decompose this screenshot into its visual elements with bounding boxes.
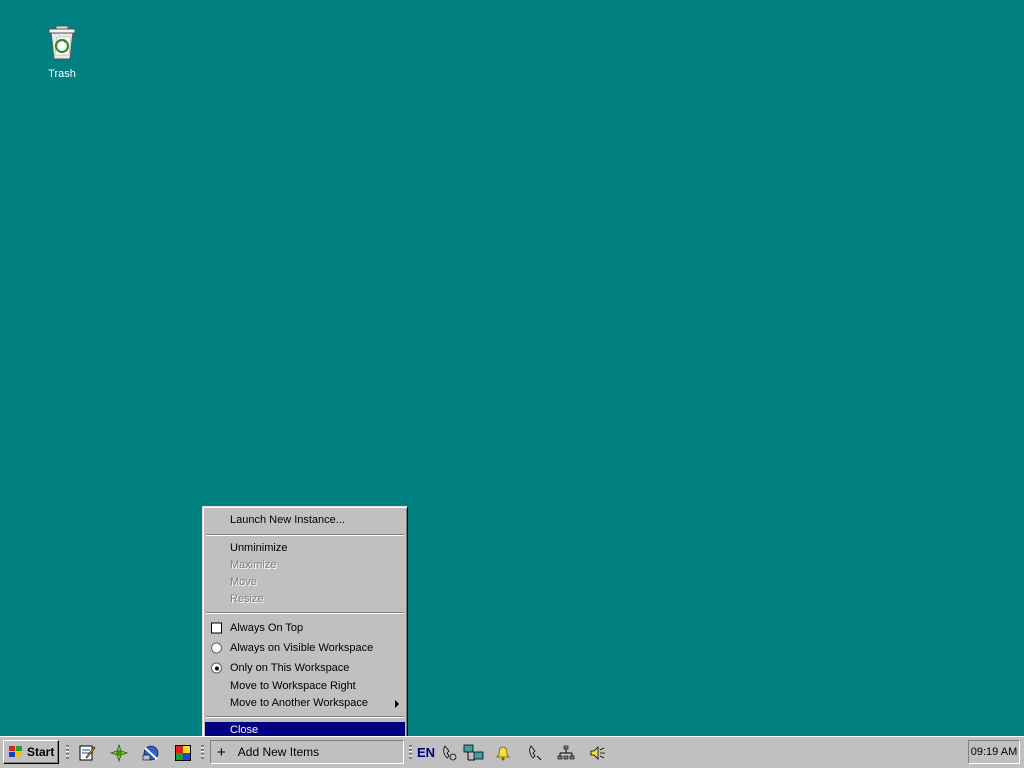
desktop-icon-label: Trash	[48, 68, 76, 80]
start-label: Start	[27, 745, 55, 759]
network-tool-icon[interactable]	[142, 744, 160, 762]
radio-icon	[211, 642, 222, 654]
start-button[interactable]: Start	[3, 740, 59, 764]
toolbar-grip[interactable]	[201, 745, 204, 759]
windows-logo-icon	[8, 745, 24, 759]
menu-item-label: Always On Top	[230, 622, 304, 634]
menu-item-always-on-top[interactable]: Always On Top	[205, 618, 405, 638]
submenu-arrow-icon	[395, 699, 399, 708]
menu-item-label: Only on This Workspace	[230, 662, 350, 674]
menu-separator	[206, 534, 404, 536]
plus-icon: +	[217, 743, 226, 761]
menu-item-only-on-this-workspace[interactable]: Only on This Workspace	[205, 658, 405, 678]
taskbar: Start + Add New Items EN 09:19 AM	[0, 736, 1024, 768]
menu-item-move-to-workspace-right[interactable]: Move to Workspace Right	[205, 678, 405, 695]
menu-item-always-on-visible-workspace[interactable]: Always on Visible Workspace	[205, 638, 405, 658]
color-picker-icon[interactable]	[174, 744, 192, 762]
menu-item-move-to-another-workspace[interactable]: Move to Another Workspace	[205, 695, 405, 712]
speaker-icon[interactable]	[589, 744, 607, 762]
network-computers-icon[interactable]	[463, 744, 484, 762]
network-tree-icon[interactable]	[557, 744, 575, 762]
bell-icon[interactable]	[494, 744, 512, 762]
toolbar-grip[interactable]	[66, 745, 69, 759]
menu-separator	[206, 612, 404, 614]
menu-item-move: Move	[230, 576, 257, 588]
phone-icon[interactable]	[527, 744, 545, 762]
checkbox-icon	[211, 622, 222, 634]
menu-item-resize: Resize	[230, 593, 264, 605]
menu-item-maximize: Maximize	[230, 559, 277, 571]
menu-item-label: Always on Visible Workspace	[230, 642, 374, 654]
menu-item-label: Move to Another Workspace	[230, 697, 368, 709]
add-new-items-button[interactable]: + Add New Items	[210, 740, 404, 764]
menu-separator	[206, 716, 404, 718]
add-new-items-label: Add New Items	[237, 745, 320, 759]
phone-settings-icon[interactable]	[441, 744, 459, 762]
radio-selected-icon	[211, 662, 222, 674]
toolbar-grip[interactable]	[409, 745, 412, 759]
recycle-bin-icon	[42, 22, 82, 62]
menu-item-launch-new-instance[interactable]: Launch New Instance...	[205, 510, 405, 530]
clock[interactable]: 09:19 AM	[968, 740, 1020, 764]
desktop-icon-trash[interactable]: Trash	[36, 22, 88, 80]
notepad-icon[interactable]	[78, 744, 96, 762]
menu-item-unminimize[interactable]: Unminimize	[205, 540, 405, 557]
window-context-menu: Launch New Instance... Unminimize Maximi…	[202, 506, 408, 743]
language-indicator[interactable]: EN	[417, 745, 435, 760]
web-browser-icon[interactable]	[109, 743, 129, 763]
